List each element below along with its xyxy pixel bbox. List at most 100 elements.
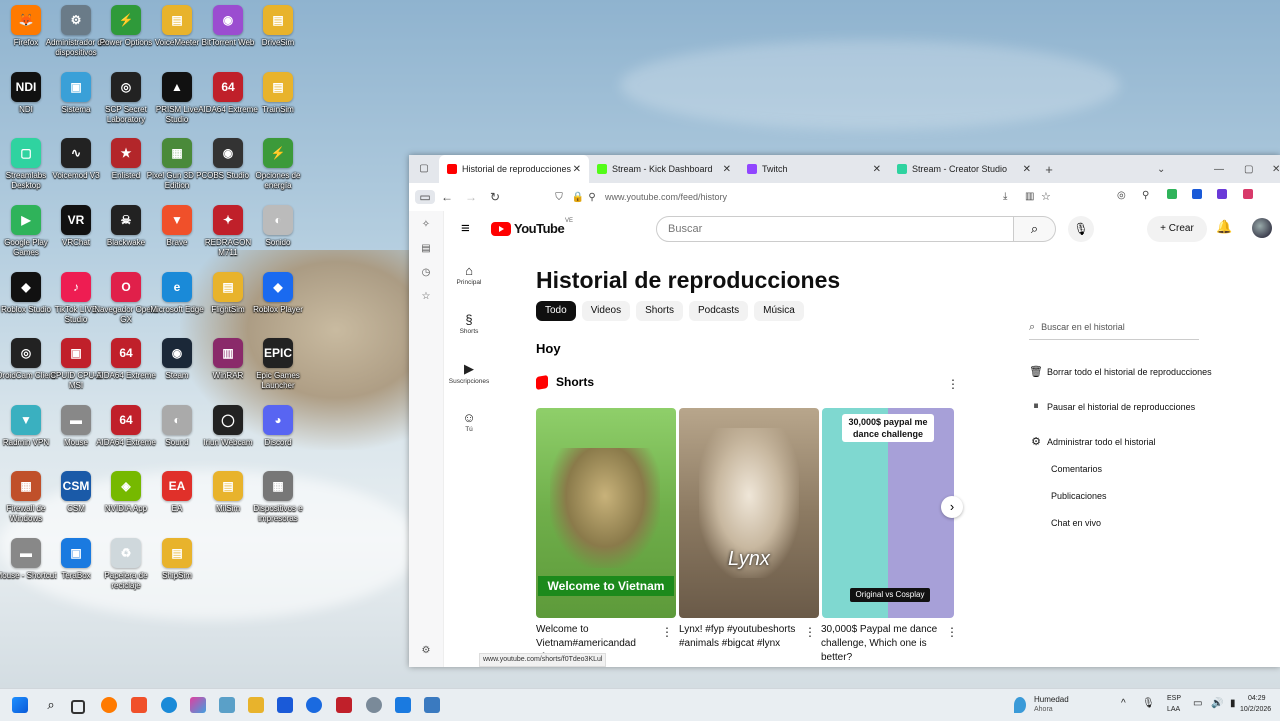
address-bar[interactable]: www.youtube.com/feed/history xyxy=(605,192,727,202)
chip-videos[interactable]: Videos xyxy=(581,301,631,321)
search-icon[interactable]: ⌕ xyxy=(43,697,59,713)
manage-history-button[interactable]: ⚙ Administrar todo el historial xyxy=(1029,435,1155,448)
short-thumbnail[interactable]: 30,000$ paypal me dance challenge Origin… xyxy=(822,408,954,618)
link-chat-en-vivo[interactable]: Chat en vivo xyxy=(1051,518,1101,528)
humidity-icon[interactable] xyxy=(1014,697,1026,713)
avatar[interactable] xyxy=(1252,218,1272,238)
desktop-icon[interactable]: ◕ Discord xyxy=(246,405,310,471)
minimize-icon[interactable]: — xyxy=(1214,164,1224,175)
short-thumbnail[interactable]: Welcome to Vietnam xyxy=(536,408,676,618)
close-tab-icon[interactable]: ✕ xyxy=(873,164,881,175)
short-more-icon[interactable]: ⋮ xyxy=(661,625,673,639)
redragon-taskbar-icon[interactable] xyxy=(336,697,352,713)
carousel-next-button[interactable]: › xyxy=(941,496,963,518)
settings-gear-icon[interactable]: ⚙ xyxy=(420,645,432,657)
copilot-taskbar-icon[interactable] xyxy=(190,697,206,713)
desktop-icon[interactable]: ◐ Sonido xyxy=(246,205,310,271)
app-taskbar-icon[interactable] xyxy=(424,697,440,713)
back-icon[interactable]: ← xyxy=(435,190,459,204)
tab-list-chevron-icon[interactable]: ⌄ xyxy=(1157,164,1165,175)
settings-taskbar-icon[interactable] xyxy=(366,697,382,713)
extension-purple-icon[interactable] xyxy=(1217,189,1227,199)
pause-history-button[interactable]: ⏸ Pausar el historial de reproducciones xyxy=(1029,400,1195,413)
short-more-icon[interactable]: ⋮ xyxy=(946,625,958,639)
reader-view-icon[interactable]: ▥ xyxy=(1025,191,1034,202)
close-tab-icon[interactable]: ✕ xyxy=(1023,164,1031,175)
chip-shorts[interactable]: Shorts xyxy=(636,301,683,321)
chip-todo[interactable]: Todo xyxy=(536,301,576,321)
windows-start-icon[interactable] xyxy=(12,697,28,713)
tab-kick-dashboard[interactable]: Stream - Kick Dashboard ✕ xyxy=(589,155,739,183)
tray-chevron-icon[interactable]: ^ xyxy=(1121,698,1126,709)
terabox-taskbar-icon[interactable] xyxy=(395,697,411,713)
outlook-taskbar-icon[interactable] xyxy=(306,697,322,713)
tab-creator-studio[interactable]: Stream - Creator Studio ✕ xyxy=(889,155,1039,183)
file-explorer-taskbar-icon[interactable] xyxy=(248,697,264,713)
forward-icon[interactable]: → xyxy=(459,190,483,204)
permissions-icon[interactable]: ⚲ xyxy=(585,192,599,203)
short-title[interactable]: Lynx! #fyp #youtubeshorts #animals #bigc… xyxy=(679,623,804,651)
task-view-icon[interactable] xyxy=(71,700,85,714)
desktop-icon[interactable]: ◆ Roblox Player xyxy=(246,272,310,338)
notifications-bell-icon[interactable]: 🔔 xyxy=(1216,219,1232,235)
nav-item-shorts[interactable]: § Shorts xyxy=(444,312,494,335)
search-button[interactable]: ⌕ xyxy=(1014,216,1056,242)
nav-item-you[interactable]: ☺ Tú xyxy=(444,410,494,433)
tab-youtube-history[interactable]: Historial de reproducciones - Yo ✕ xyxy=(439,155,589,183)
youtube-logo[interactable]: YouTube VE xyxy=(491,218,573,236)
synced-tabs-icon[interactable]: ▤ xyxy=(420,243,432,255)
menu-hamburger-icon[interactable]: ≡ xyxy=(461,220,470,237)
volume-icon[interactable]: 🔊 xyxy=(1211,698,1223,709)
short-title[interactable]: 30,000$ Paypal me dance challenge, Which… xyxy=(821,623,946,665)
desktop-icon[interactable]: ▤ ShipSim xyxy=(145,538,209,604)
shorts-more-icon[interactable]: ⋮ xyxy=(947,377,959,391)
extension-green-icon[interactable] xyxy=(1167,189,1177,199)
close-tab-icon[interactable]: ✕ xyxy=(723,164,731,175)
new-tab-icon[interactable]: + xyxy=(1039,162,1059,177)
desktop-icon[interactable]: ▤ DriveSim xyxy=(246,5,310,71)
desktop-icon[interactable]: ▤ TrainSim xyxy=(246,72,310,138)
close-window-icon[interactable]: ✕ xyxy=(1272,164,1280,175)
account-icon[interactable]: ◎ xyxy=(1117,190,1126,201)
app-taskbar-icon[interactable] xyxy=(219,697,235,713)
reload-icon[interactable]: ↻ xyxy=(483,190,507,204)
bookmark-star-icon[interactable]: ☆ xyxy=(1041,190,1051,203)
download-icon[interactable]: ⤓ xyxy=(1003,191,1007,202)
tab-twitch[interactable]: Twitch ✕ xyxy=(739,155,889,183)
short-more-icon[interactable]: ⋮ xyxy=(804,625,816,639)
extension-blue-icon[interactable] xyxy=(1192,189,1202,199)
network-icon[interactable]: ▭ xyxy=(1193,698,1202,709)
nav-item-principal[interactable]: ⌂ Principal xyxy=(444,263,494,286)
chip-musica[interactable]: Música xyxy=(754,301,804,321)
weather-label[interactable]: Humedad xyxy=(1034,695,1069,704)
search-input[interactable]: Buscar xyxy=(656,216,1014,242)
language-indicator[interactable]: ESP xyxy=(1167,695,1181,702)
create-button[interactable]: + Crear xyxy=(1147,216,1207,242)
history-search-input[interactable]: ⌕ Buscar en el historial xyxy=(1029,319,1199,340)
extension-pink-icon[interactable] xyxy=(1243,189,1253,199)
edge-taskbar-icon[interactable] xyxy=(161,697,177,713)
desktop-icon[interactable]: ⚡ Opciones de energía xyxy=(246,138,310,204)
sidebar-toggle-icon[interactable]: ▭ xyxy=(415,190,435,204)
bookmarks-icon[interactable]: ☆ xyxy=(420,291,432,303)
ai-sparkle-icon[interactable]: ✧ xyxy=(420,219,432,231)
clock-date[interactable]: 10/2/2026 xyxy=(1240,706,1271,713)
desktop-icon[interactable]: EPIC Epic Games Launcher xyxy=(246,338,310,404)
voice-search-button[interactable]: 🎙 xyxy=(1068,216,1094,242)
short-thumbnail[interactable]: Lynx xyxy=(679,408,819,618)
microphone-tray-icon[interactable]: 🎙 xyxy=(1142,698,1155,709)
firefox-taskbar-icon[interactable] xyxy=(101,697,117,713)
history-icon[interactable]: ◷ xyxy=(420,267,432,279)
link-comentarios[interactable]: Comentarios xyxy=(1051,464,1102,474)
extensions-icon[interactable]: ⚲ xyxy=(1142,190,1149,201)
tab-overview-icon[interactable]: ▢ xyxy=(409,155,439,183)
battery-icon[interactable]: ▮ xyxy=(1230,698,1236,709)
clock-time[interactable]: 04:29 xyxy=(1248,695,1266,702)
close-tab-icon[interactable]: ✕ xyxy=(573,164,581,175)
store-taskbar-icon[interactable] xyxy=(277,697,293,713)
link-publicaciones[interactable]: Publicaciones xyxy=(1051,491,1107,501)
lock-icon[interactable]: 🔒 xyxy=(571,192,585,203)
nav-item-subscriptions[interactable]: ▶ Suscripciones xyxy=(444,361,494,385)
clear-history-button[interactable]: 🗑 Borrar todo el historial de reproduccio… xyxy=(1029,365,1212,378)
chip-podcasts[interactable]: Podcasts xyxy=(689,301,749,321)
